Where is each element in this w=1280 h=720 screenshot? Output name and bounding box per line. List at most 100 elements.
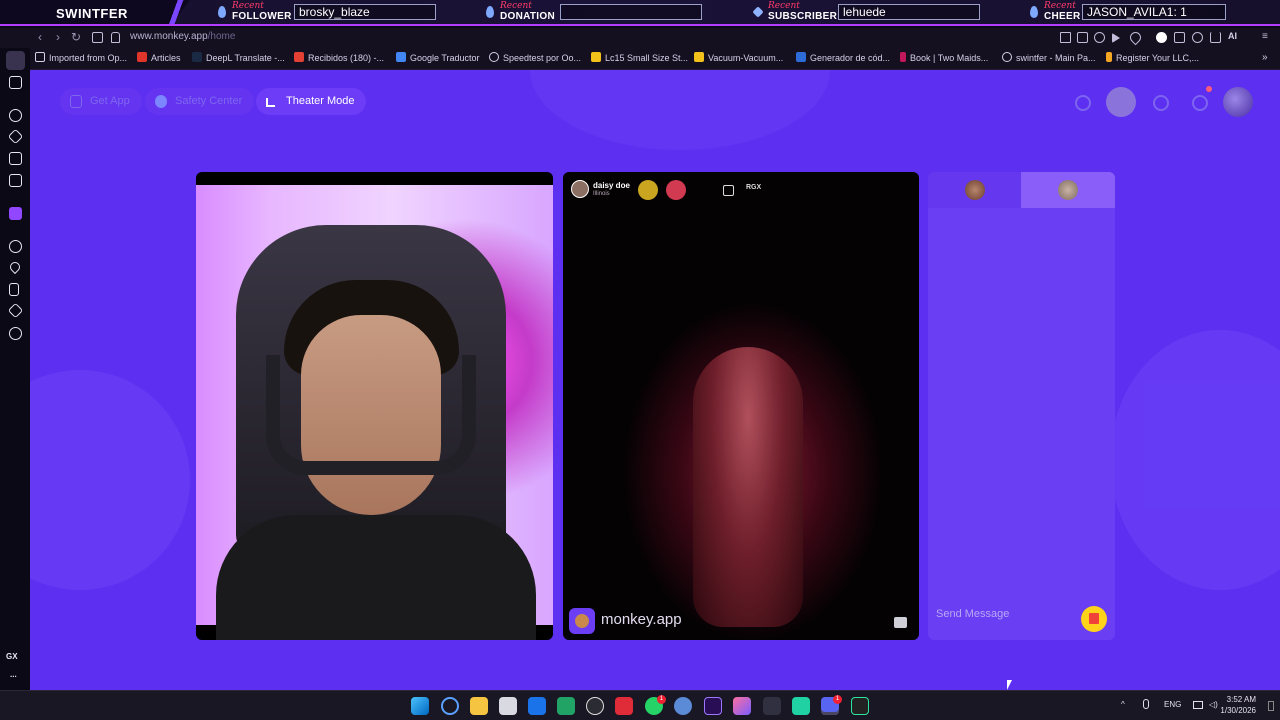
gx-label[interactable]: GX	[6, 652, 18, 661]
bookmark-label: Book | Two Maids...	[910, 53, 989, 63]
heart-icon[interactable]	[1127, 29, 1144, 46]
send-message-input[interactable]	[936, 608, 1076, 620]
windows-start-icon[interactable]	[411, 697, 429, 715]
notes-icon[interactable]	[9, 283, 19, 296]
stack-icon[interactable]	[9, 174, 22, 187]
reload-icon[interactable]: ↻	[68, 30, 84, 44]
twitch-icon[interactable]	[9, 207, 22, 220]
chatgpt-icon[interactable]	[9, 109, 22, 122]
lock-icon	[111, 32, 120, 43]
play-icon[interactable]	[1112, 33, 1120, 43]
bookmark-item[interactable]: Articles	[137, 52, 181, 66]
opera-gx-icon[interactable]	[441, 697, 459, 715]
bookmark-item[interactable]: Book | Two Maids...	[900, 52, 988, 66]
speedtest-icon	[489, 52, 499, 62]
bookmark-item[interactable]: DeepL Translate -...	[192, 52, 285, 66]
download-icon[interactable]	[1210, 32, 1221, 43]
app-icon[interactable]	[733, 697, 751, 715]
controller-icon[interactable]	[9, 76, 22, 89]
extensions-icon[interactable]	[7, 302, 24, 319]
heart-icon[interactable]	[7, 259, 23, 275]
tab-icon[interactable]	[1077, 32, 1088, 43]
avatar[interactable]	[1223, 87, 1253, 117]
app-icon[interactable]	[792, 697, 810, 715]
overlay-follower-value: brosky_blaze	[294, 4, 436, 20]
theater-mode-button[interactable]: Theater Mode	[256, 88, 367, 115]
bookmark-item[interactable]: Google Traductor	[396, 52, 480, 66]
bookmark-label: swintfer - Main Pa...	[1016, 53, 1096, 63]
store-icon[interactable]	[499, 697, 517, 715]
bookmark-icon[interactable]	[1060, 32, 1071, 43]
clock[interactable]: 3:52 AM 1/30/2026	[1220, 694, 1256, 716]
microphone-icon[interactable]	[1143, 699, 1149, 709]
volume-icon[interactable]: ◁)	[1209, 700, 1218, 709]
settings-icon[interactable]	[9, 327, 22, 340]
outlook-icon[interactable]	[528, 697, 546, 715]
file-explorer-icon[interactable]	[470, 697, 488, 715]
bookmark-item[interactable]: Recibidos (180) -...	[294, 52, 384, 66]
safety-center-button[interactable]: Safety Center	[145, 88, 255, 115]
overlay-brand: SWINTFER	[0, 0, 190, 24]
profile-icon[interactable]	[1192, 32, 1203, 43]
snapshot-icon[interactable]	[92, 32, 103, 43]
crown-icon[interactable]	[1106, 87, 1136, 117]
bookmark-item[interactable]: Speedtest por Oo...	[489, 52, 581, 66]
monkey-app-page: Get App Safety Center Theater Mode daisy…	[30, 70, 1280, 690]
theater-mode-label: Theater Mode	[286, 95, 355, 107]
network-icon[interactable]	[1193, 701, 1203, 709]
back-icon[interactable]: ‹	[32, 30, 48, 44]
history-icon[interactable]	[1145, 87, 1175, 117]
premiere-icon[interactable]	[704, 697, 722, 715]
bookmark-label: Vacuum-Vacuum...	[708, 53, 784, 63]
bookmark-item[interactable]: Imported from Op...	[35, 52, 127, 66]
player-icon[interactable]	[9, 240, 22, 253]
capcut-icon[interactable]	[586, 697, 604, 715]
bookmark-item[interactable]: Register Your LLC,...	[1106, 52, 1199, 66]
language-indicator[interactable]: ENG	[1164, 700, 1181, 709]
obs-icon[interactable]	[763, 697, 781, 715]
tab-peer[interactable]	[1021, 172, 1115, 208]
tray-overflow-icon[interactable]: ^	[1121, 700, 1125, 709]
bookmark-item[interactable]: Lc15 Small Size St...	[591, 52, 688, 66]
search-icon[interactable]	[1067, 87, 1097, 117]
extensions-icon[interactable]	[1174, 32, 1185, 43]
overlay-divider	[150, 0, 210, 24]
bookmark-item[interactable]: Vacuum-Vacuum...	[694, 52, 783, 66]
terminal-icon[interactable]	[851, 697, 869, 715]
home-icon[interactable]	[6, 51, 25, 70]
show-desktop-button[interactable]	[1268, 701, 1274, 711]
forward-icon[interactable]: ›	[50, 30, 66, 44]
skip-icon[interactable]	[894, 617, 907, 628]
background-decoration	[1110, 330, 1280, 590]
tab-self[interactable]	[928, 172, 1022, 208]
url-field[interactable]: www.monkey.app/home	[130, 31, 235, 42]
excel-icon[interactable]	[557, 697, 575, 715]
bookmark-item[interactable]: Generador de cód...	[796, 52, 890, 66]
bookmark-item[interactable]: swintfer - Main Pa...	[1002, 52, 1096, 66]
ai-label: AI	[1228, 31, 1237, 41]
bookmarks-overflow-icon[interactable]: »	[1262, 52, 1268, 66]
rgx-label[interactable]: RGX	[746, 184, 761, 191]
bookmark-label: Imported from Op...	[49, 53, 128, 63]
chat-panel	[928, 172, 1115, 640]
more-icon[interactable]: ...	[10, 670, 17, 679]
ai-button[interactable]: AI	[1228, 31, 1237, 41]
get-app-button[interactable]: Get App	[60, 88, 142, 115]
vpn-icon[interactable]	[1094, 32, 1105, 43]
s-extension-icon[interactable]	[1156, 32, 1167, 43]
drop-icon	[1030, 6, 1038, 18]
overlay-recent-tag: Recent	[1044, 1, 1076, 11]
gallery-icon[interactable]	[9, 152, 22, 165]
peer-video-panel: daisy doe Illinois RGX monkey.app	[563, 172, 919, 640]
app-icon[interactable]	[615, 697, 633, 715]
address-bar: ‹ › ↻ www.monkey.app/home AI ≡	[0, 28, 1280, 48]
peer-location: Illinois	[593, 191, 610, 197]
diamond-icon[interactable]	[7, 128, 24, 145]
bookmark-label: Articles	[151, 53, 181, 63]
menu-icon[interactable]: ≡	[1262, 31, 1268, 42]
popout-icon[interactable]	[723, 185, 734, 196]
overlay-kind-label: FOLLOWER	[232, 11, 292, 22]
gift-icon[interactable]	[1081, 606, 1107, 632]
app-icon[interactable]	[674, 697, 692, 715]
qr-icon	[796, 52, 806, 62]
